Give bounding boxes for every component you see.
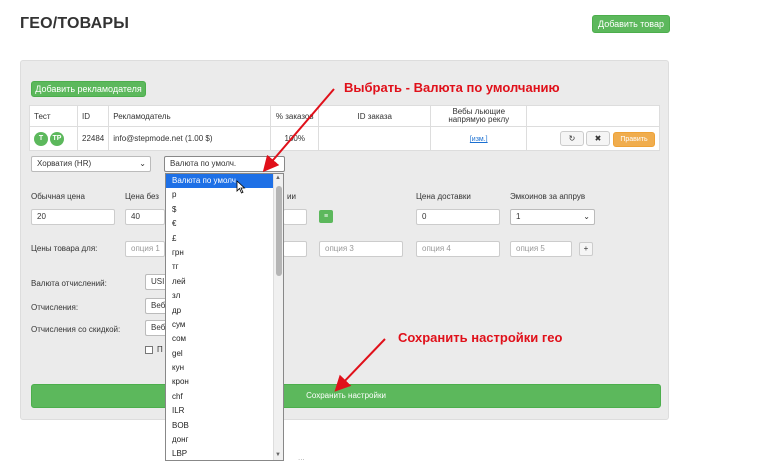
annotation-save-settings: Сохранить настройки гео xyxy=(398,330,563,345)
annotation-arrows xyxy=(262,88,386,392)
arrow-to-save xyxy=(334,338,386,392)
annotation-select-currency: Выбрать - Валюта по умолчанию xyxy=(344,80,560,95)
arrow-to-currency xyxy=(262,88,335,173)
